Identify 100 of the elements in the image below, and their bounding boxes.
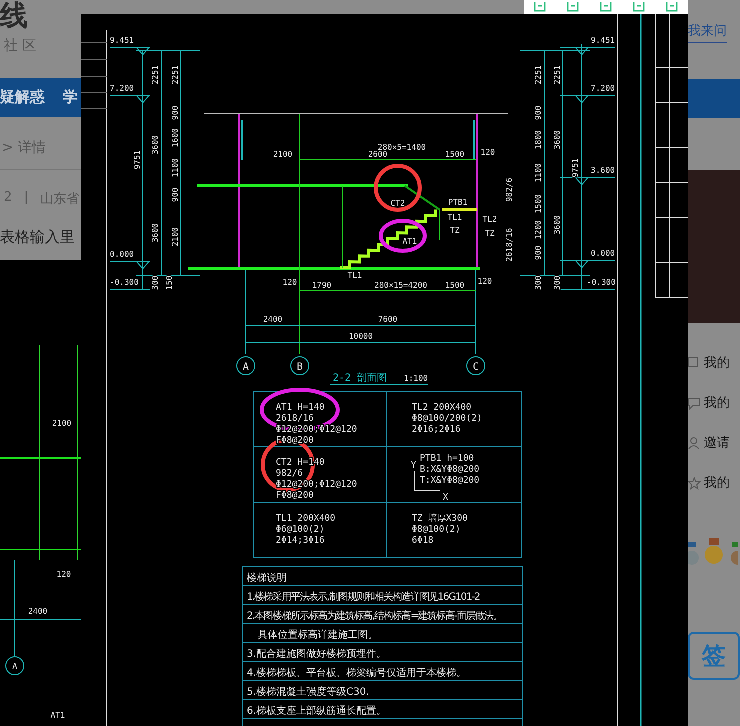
member-tag: TZ [485,229,495,238]
dimension-label: 2100 [273,150,293,159]
dimension-label: 2251 [553,65,562,85]
dimension-label: 1500 [534,194,543,214]
toolbar-icon[interactable] [533,2,548,14]
elevation-label: 7.200 [591,84,616,93]
axis-label: Y [411,461,416,471]
schedule-text: T:X&YΦ8@200 [420,476,480,486]
dimension-label: 120 [480,148,496,157]
note-text: 1.楼梯采用平法表示,制图规则和相关构造详图见16G101-2 [247,592,480,603]
toolbar-icon[interactable] [566,2,580,14]
dimension-label: 280×15=4200 [374,281,428,290]
dimension-label: 982/6 [505,178,514,202]
nav-link[interactable]: 疑解惑 [0,88,45,107]
note-text: 楼梯说明 [247,573,287,584]
dimension-label: 1600 [171,128,180,148]
member-tag: AT1 [402,237,418,246]
dimension-label: 3600 [151,135,160,155]
schedule-text: AT1 H=140 [276,403,325,413]
star-icon [688,476,701,490]
dimension-label: 120 [282,278,298,287]
elevation-label: 0.000 [591,249,616,258]
question-title: 表格输入里 [0,228,76,247]
dimension-label: 2251 [534,65,543,85]
schedule-text: 2Φ16;2Φ16 [412,425,461,435]
schedule-text: PTB1 h=100 [420,454,474,464]
drawing-label: 2100 [52,419,72,428]
nav-bar [688,79,740,118]
highlight-annotation [379,219,427,253]
axis-label: X [443,493,448,503]
dimension-label: 300 [151,276,160,290]
member-tag: TL1 [348,271,362,280]
drawing-label: A [12,662,18,672]
note-text: 2.本图楼梯所示标高为建筑标高,结构标高=建筑标高-面层做法。 [247,611,502,622]
medals-icon [688,538,738,568]
dimension-label: 1790 [312,281,332,290]
toolbar-icon[interactable] [664,2,679,14]
grid-axis-bubble: B [290,356,310,376]
nav-link[interactable]: 学 [63,88,78,107]
dimension-label: 300 [553,276,562,290]
toolbar-icon[interactable] [632,2,646,14]
drawing-label: 2400 [28,607,48,616]
chat-icon [688,396,701,410]
dimension-label: 900 [171,188,180,202]
schedule-text: 982/6 [276,469,304,479]
dimension-label: 1100 [171,158,180,178]
dimension-label: 150 [165,276,174,290]
dimension-label: 900 [534,246,543,260]
schedule-text: 2618/16 [276,414,314,424]
elevation-label: 0.000 [110,250,134,259]
dimension-label: 1100 [534,163,543,183]
member-tag: PTB1 [448,198,468,207]
member-tag: TL1 [448,213,462,222]
grid-axis-bubble: A [236,356,256,376]
menu-link[interactable]: 我的 [704,474,730,492]
elevation-label: -0.300 [587,278,616,287]
elevation-label: 9.451 [110,36,134,45]
dimension-label: 2251 [171,65,180,85]
dimension-label: 10000 [348,332,374,341]
member-tag: TZ [450,226,460,235]
schedule-text: 2Φ14;3Φ16 [276,536,325,546]
toolbar-icon[interactable] [598,2,613,14]
dimension-label: 2600 [368,150,388,159]
dimension-label: 900 [534,106,543,120]
member-tag: CT2 [390,199,406,208]
dimension-label: 280×5=1400 [378,143,426,152]
dimension-label: 9751 [571,158,580,178]
menu-link[interactable]: 我的 [704,394,730,412]
note-text: 5.楼梯混凝土强度等级C30. [247,687,370,698]
schedule-text: TZ 墙厚X300 [412,514,468,524]
question-meta: | [24,190,29,207]
elevation-label: 7.200 [110,84,134,93]
menu-link[interactable]: 我的 [704,354,730,372]
dimension-label: 2618/16 [505,228,514,262]
dimension-label: 9751 [133,150,142,170]
dimension-label: 2400 [263,315,283,324]
dimension-label: 7600 [378,315,398,324]
schedule-text: B:X&YΦ8@200 [420,465,480,475]
schedule-text: Φ6@100(2) [276,525,325,535]
schedule-text: TL2 200X400 [412,403,472,413]
grid-axis-bubble: C [466,356,486,376]
dimension-label: 1500 [445,281,465,290]
section-title: 2-2 剖面图 [332,373,388,384]
schedule-text: TL1 200X400 [276,514,336,524]
note-text: 4.楼梯梯板、平台板、梯梁编号仅适用于本楼梯。 [247,668,467,679]
dimension-label: 3600 [553,130,562,150]
schedule-text: Φ8@100/200(2) [412,414,482,424]
note-text: 具体位置标高详建施工图。 [258,630,378,641]
drawing-label: 120 [56,570,72,580]
schedule-text: FΦ8@200 [276,491,314,501]
dimension-label: 900 [171,106,180,120]
schedule-text: 6Φ18 [412,536,434,546]
menu-link[interactable]: 邀请 [704,434,730,452]
elevation-label: -0.300 [110,278,139,287]
highlight-annotation [374,164,422,212]
dimension-label: 2251 [151,65,160,85]
schedule-text: Φ8@100(2) [412,525,461,535]
note-text: 3.配合建施图做好楼梯预埋件。 [247,649,387,660]
person-icon [688,436,701,450]
dimension-label: 1200 [534,220,543,240]
